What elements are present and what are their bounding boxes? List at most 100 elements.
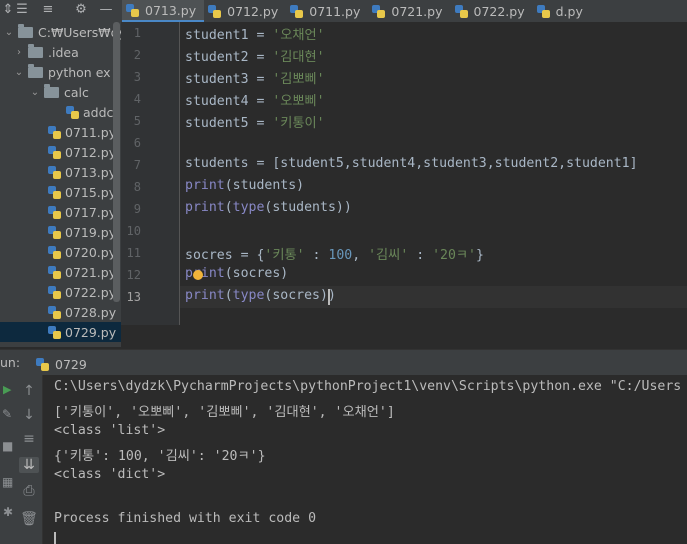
chevron-down-icon[interactable]: ⌄ [4, 27, 14, 38]
editor-tabs: 0713.py 0712.py 0711.py 0721.py 0722.py … [122, 0, 591, 22]
tree-root-label: C:₩Users₩dydzk [38, 24, 121, 40]
scroll-to-end-icon[interactable]: ⇊ [19, 457, 39, 473]
stop-icon[interactable]: ■ [2, 439, 13, 453]
line-number: 4 [133, 92, 141, 106]
console-line: C:\Users\dydzk\PycharmProjects\pythonPro… [54, 379, 682, 394]
print-icon[interactable]: ⎙ [16, 483, 42, 499]
tree-item-label: 0712.py [65, 144, 117, 160]
python-file-icon [48, 245, 61, 259]
console-line: {'키통': 100, '김씨': '20ㅋ'} [54, 449, 266, 464]
expand-all-icon[interactable]: ☰ [14, 2, 30, 18]
line-number: 3 [133, 70, 141, 84]
tab-label: 0711.py [309, 3, 361, 19]
line-number: 5 [133, 114, 141, 128]
python-file-icon [48, 285, 61, 299]
tree-item-addcal[interactable]: addcal.py [0, 102, 121, 122]
soft-wrap-icon[interactable]: ≡ [16, 431, 42, 447]
tab-0713[interactable]: 0713.py [122, 0, 205, 22]
tab-label: 0722.py [473, 3, 525, 19]
line-number: 1 [133, 26, 141, 40]
tree-item-label: 0715.py [65, 184, 117, 200]
python-file-icon [536, 4, 550, 18]
run-toolbar: ↑ ↓ ≡ ⇊ ⎙ 🗑 [16, 375, 43, 544]
tree-item-file[interactable]: 0719.py [0, 222, 121, 242]
code-line-7: students = [student5,student4,student3,s… [185, 156, 638, 171]
tree-item-file[interactable]: 0713.py [0, 162, 121, 182]
text-caret [328, 289, 330, 305]
code-line-1: student1 = '오채언' [185, 28, 325, 43]
folder-icon [28, 63, 43, 78]
python-file-icon [48, 265, 61, 279]
arrow-down-icon[interactable]: ↓ [16, 407, 42, 423]
line-number: 11 [126, 246, 141, 260]
python-file-icon [48, 125, 61, 139]
tree-item-file[interactable]: 0728.py [0, 302, 121, 322]
folder-icon [18, 23, 33, 38]
tree-item-file[interactable]: 0711.py [0, 122, 121, 142]
rerun-icon[interactable]: ▶ [3, 383, 11, 396]
tree-item-idea[interactable]: › .idea [0, 42, 121, 62]
python-file-icon [48, 305, 61, 319]
tree-item-file[interactable]: 0717.py [0, 202, 121, 222]
tree-item-label: calc [64, 84, 89, 100]
tab-0722[interactable]: 0722.py [451, 0, 533, 22]
python-file-icon [36, 357, 49, 371]
tree-item-label: 0721.py [65, 264, 117, 280]
line-number: 10 [126, 224, 141, 238]
tree-item-calc[interactable]: ⌄ calc [0, 82, 121, 102]
line-number: 2 [133, 48, 141, 62]
python-file-icon [454, 4, 468, 18]
tree-item-file[interactable]: 0721.py [0, 262, 121, 282]
tree-item-label: 0719.py [65, 224, 117, 240]
tree-item-file[interactable]: 0715.py [0, 182, 121, 202]
tree-item-label: 0717.py [65, 204, 117, 220]
tab-0712[interactable]: 0712.py [204, 0, 286, 22]
gear-icon[interactable]: ⚙ [73, 2, 89, 18]
tree-item-file[interactable]: 0712.py [0, 142, 121, 162]
tab-0711[interactable]: 0711.py [286, 0, 368, 22]
chevron-right-icon[interactable]: › [14, 47, 24, 58]
tab-label: 0721.py [391, 3, 443, 19]
chevron-down-icon[interactable]: ⌄ [30, 87, 40, 98]
python-file-icon [126, 3, 139, 17]
tree-item-label: 0729.py [65, 324, 117, 340]
layout-icon[interactable]: ▦ [2, 475, 13, 489]
tree-item-file[interactable]: 0720.py [0, 242, 121, 262]
folder-icon [28, 43, 43, 58]
code-line-9: print(type(students)) [185, 200, 352, 215]
code-line-2: student2 = '김대현' [185, 50, 325, 65]
python-file-icon [48, 325, 61, 339]
line-number: 8 [133, 180, 141, 194]
run-panel-header: un: 0729 [0, 349, 687, 376]
tab-label: 0713.py [145, 2, 197, 18]
line-number: 6 [133, 136, 141, 150]
hide-panel-icon[interactable]: — [98, 2, 114, 18]
python-file-icon [48, 145, 61, 159]
python-file-icon [48, 225, 61, 239]
project-tree: ⌄C:₩Users₩dydzk ›.idea ⌄python ex ⌄calc … [0, 22, 121, 347]
tab-d[interactable]: d.py [533, 0, 591, 22]
run-toolbar-left: ▶ ✎ ■ ▦ ✱ [0, 375, 16, 544]
trash-icon[interactable]: 🗑 [16, 511, 42, 527]
lightbulb-icon[interactable] [193, 270, 203, 280]
tab-0721[interactable]: 0721.py [368, 0, 450, 22]
arrow-up-icon[interactable]: ↑ [16, 383, 42, 399]
tree-item-label: 0722.py [65, 284, 117, 300]
pin-icon[interactable]: ✱ [3, 505, 13, 519]
run-config-tab[interactable]: 0729 [28, 354, 118, 374]
collapse-all-icon[interactable]: ≡ [40, 2, 56, 18]
folder-icon [44, 83, 59, 98]
tree-item-root[interactable]: ⌄ C:₩Users₩dydzk [0, 22, 121, 42]
tree-item-file[interactable]: 0722.py [0, 282, 121, 302]
tree-item-label: 0728.py [65, 304, 117, 320]
tree-item-label: 0711.py [65, 124, 117, 140]
line-number: 12 [126, 268, 141, 282]
tree-scrollbar[interactable] [113, 22, 120, 302]
python-file-icon [208, 4, 222, 18]
chevron-down-icon[interactable]: ⌄ [14, 67, 24, 78]
python-file-icon [66, 105, 79, 119]
tree-item-python-ex[interactable]: ⌄ python ex [0, 62, 121, 82]
tree-item-file-selected[interactable]: 0729.py [0, 322, 121, 342]
wrench-icon[interactable]: ✎ [2, 407, 12, 421]
python-file-icon [48, 185, 61, 199]
